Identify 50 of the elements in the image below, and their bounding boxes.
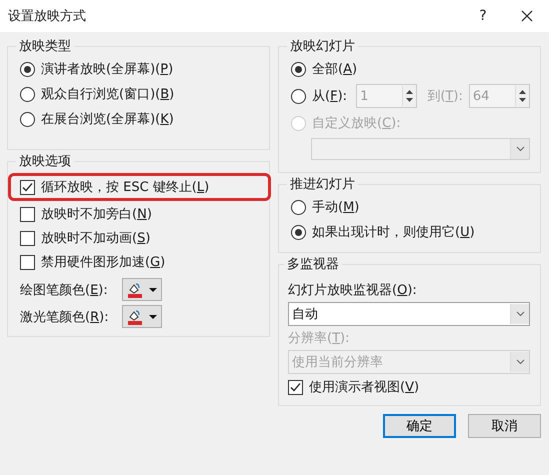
radio-label: 全部(A) xyxy=(312,61,358,78)
checkbox-label: 放映时不加旁白(N) xyxy=(41,206,152,223)
group-title: 多监视器 xyxy=(286,256,340,273)
radio-label: 在展台浏览(全屏幕)(K) xyxy=(41,111,174,128)
checkbox-label: 禁用硬件图形加速(G) xyxy=(41,254,166,271)
field-label: 分辨率(T): xyxy=(288,330,350,347)
spinner-label: 到(T): xyxy=(427,88,463,105)
caret-icon xyxy=(149,288,157,292)
group-title: 放映选项 xyxy=(18,153,72,170)
pen-color-label: 绘图笔颜色(E): xyxy=(20,282,109,298)
checkbox[interactable] xyxy=(20,230,35,246)
close-icon xyxy=(521,10,533,22)
radio-label: 观众自行浏览(窗口)(B) xyxy=(41,86,174,103)
radio-button[interactable] xyxy=(291,62,306,76)
group-title: 放映幻灯片 xyxy=(289,38,356,55)
pen-color-label: 激光笔颜色(R): xyxy=(20,308,110,326)
chevron-down-icon xyxy=(516,146,524,152)
checkbox[interactable] xyxy=(20,180,35,194)
window-title: 设置放映方式 xyxy=(8,8,87,25)
radio-label: 演讲者放映(全屏幕)(P) xyxy=(41,61,174,78)
checkbox-label: 循环放映，按 ESC 键终止(L) xyxy=(41,179,210,196)
spin-arrows-icon xyxy=(406,89,414,103)
radio-label: 自定义放映(C): xyxy=(312,115,401,132)
caret-icon xyxy=(149,314,157,318)
dialog-button[interactable]: 取消 xyxy=(468,414,541,438)
radio-button[interactable] xyxy=(291,88,306,104)
dialog-button[interactable]: 确定 xyxy=(383,414,456,438)
radio-label: 手动(M) xyxy=(312,199,360,216)
help-button[interactable]: ? xyxy=(461,0,505,32)
checkbox[interactable] xyxy=(288,380,303,394)
monitor-dropdown[interactable]: 自动 xyxy=(288,302,530,326)
pen-color-button[interactable] xyxy=(122,278,162,301)
radio-button[interactable] xyxy=(291,200,306,214)
pen-color-button[interactable] xyxy=(122,305,162,328)
radio-button[interactable] xyxy=(20,62,35,76)
radio-label: 如果出现计时，则使用它(U) xyxy=(312,224,475,241)
chevron-down-icon xyxy=(516,311,524,317)
checkbox-label: 使用演示者视图(V) xyxy=(309,379,420,396)
checkbox[interactable] xyxy=(20,206,35,222)
group-title: 放映类型 xyxy=(18,38,72,55)
checkbox[interactable] xyxy=(20,254,35,270)
field-label: 幻灯片放映监视器(O): xyxy=(288,282,418,299)
chevron-down-icon xyxy=(516,359,524,365)
radio-button[interactable] xyxy=(20,86,35,102)
radio-button[interactable] xyxy=(20,112,35,126)
group-title: 推进幻灯片 xyxy=(289,176,356,193)
radio-button[interactable] xyxy=(291,224,306,240)
radio-label: 从(F): xyxy=(312,88,348,105)
spin-arrows-icon xyxy=(519,89,526,103)
checkbox-label: 放映时不加动画(S) xyxy=(41,230,150,247)
